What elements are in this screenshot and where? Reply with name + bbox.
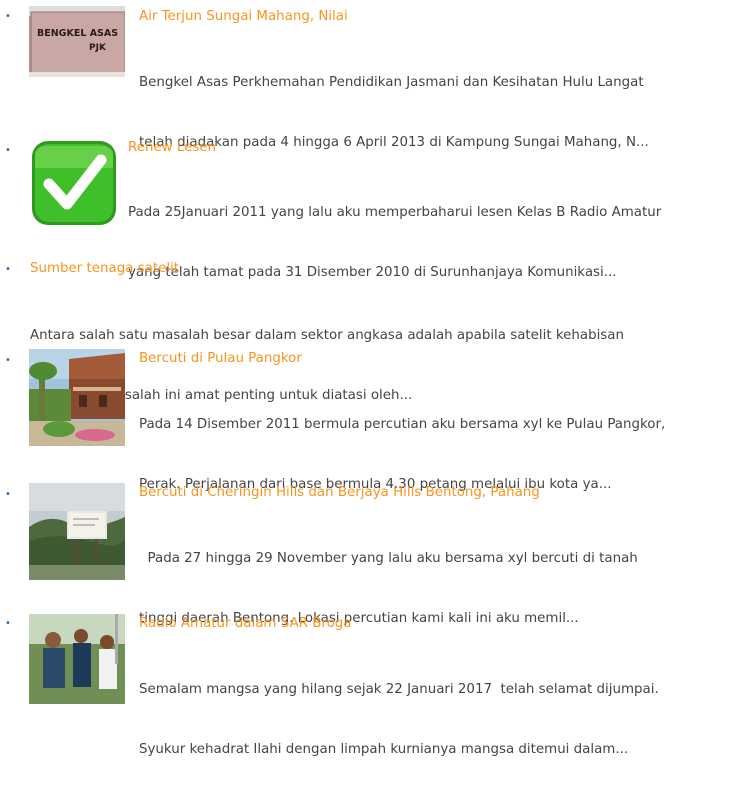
- bullet: •: [5, 145, 11, 156]
- post-thumbnail[interactable]: [29, 349, 125, 446]
- workshop-sign-image: BENGKEL ASAS PJK: [29, 6, 125, 77]
- post-thumbnail[interactable]: BENGKEL ASAS PJK: [29, 6, 125, 77]
- chalet-photo-image: [29, 349, 125, 446]
- excerpt-line: Pada 14 Disember 2011 bermula percutian …: [139, 417, 666, 432]
- post-thumbnail[interactable]: [29, 614, 125, 704]
- post-excerpt: Semalam mangsa yang hilang sejak 22 Janu…: [139, 640, 735, 800]
- post-title-link[interactable]: Bercuti di Cheringin Hills dan Berjaya H…: [139, 485, 540, 500]
- post-title-link[interactable]: Air Terjun Sungai Mahang, Nilai: [139, 9, 348, 24]
- excerpt-line: yang telah tamat pada 31 Disember 2010 d…: [128, 265, 617, 280]
- bullet: •: [5, 264, 11, 275]
- post-title-link[interactable]: Renew Lesen: [128, 140, 216, 155]
- post-thumbnail[interactable]: [29, 138, 125, 226]
- bullet: •: [5, 355, 11, 366]
- check-mark-icon: [29, 138, 125, 226]
- excerpt-line: Semalam mangsa yang hilang sejak 22 Janu…: [139, 682, 659, 697]
- post-title-link[interactable]: Radio Amatur dalam SAR Broga: [139, 616, 352, 631]
- bullet: •: [5, 618, 11, 629]
- excerpt-line: Syukur kehadrat Ilahi dengan limpah kurn…: [139, 742, 629, 757]
- post-title-link[interactable]: Bercuti di Pulau Pangkor: [139, 351, 302, 366]
- excerpt-line: Pada 25Januari 2011 yang lalu aku memper…: [128, 205, 662, 220]
- thumb-sign-line1: BENGKEL ASAS: [37, 28, 118, 39]
- thumb-sign-line2: PJK: [89, 43, 107, 53]
- post-title-link[interactable]: Sumber tenaga satelit: [30, 261, 179, 276]
- excerpt-line: Bengkel Asas Perkhemahan Pendidikan Jasm…: [139, 75, 644, 90]
- bullet: •: [5, 489, 11, 500]
- signboard-photo-image: [29, 483, 125, 580]
- bullet: •: [5, 11, 11, 22]
- excerpt-line: Antara salah satu masalah besar dalam se…: [30, 328, 624, 343]
- post-thumbnail[interactable]: [29, 483, 125, 580]
- excerpt-line: Pada 27 hingga 29 November yang lalu aku…: [139, 551, 638, 566]
- rescue-team-photo-image: [29, 614, 125, 704]
- excerpt-line: telah diadakan pada 4 hingga 6 April 201…: [139, 135, 649, 150]
